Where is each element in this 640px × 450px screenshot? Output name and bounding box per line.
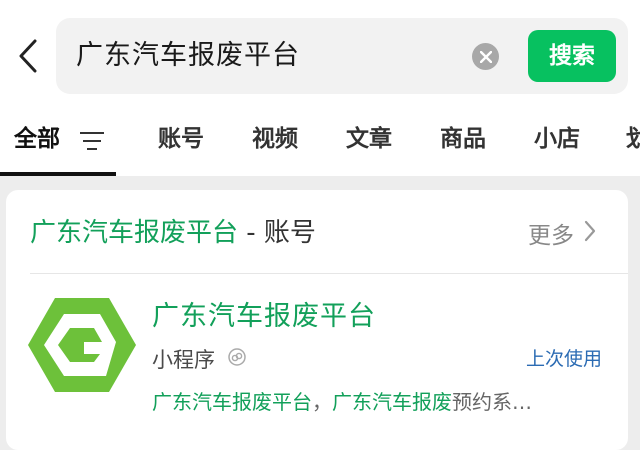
desc-keyword-2: 广东汽车报废 — [332, 390, 452, 414]
close-icon — [479, 50, 492, 63]
search-button[interactable]: 搜索 — [528, 30, 616, 82]
active-tab-indicator — [0, 172, 116, 176]
account-results-card: 广东汽车报废平台 - 账号 更多 广东汽车报废平台 小程序 上次使用 广东汽车报… — [6, 190, 628, 450]
section-title-suffix: - 账号 — [238, 218, 316, 248]
desc-keyword-1: 广东汽车报废平台 — [152, 390, 312, 414]
search-query-text[interactable]: 广东汽车报废平台 — [76, 18, 300, 94]
tab-all[interactable]: 全部 — [14, 110, 60, 172]
tab-accounts[interactable]: 账号 — [158, 110, 204, 172]
chevron-right-icon[interactable] — [584, 220, 596, 242]
chevron-left-icon — [19, 39, 37, 73]
tab-more-partial[interactable]: 划 — [626, 110, 640, 172]
recently-used-badge: 上次使用 — [526, 348, 603, 370]
more-link[interactable]: 更多 — [528, 216, 574, 250]
result-title[interactable]: 广东汽车报废平台 — [152, 294, 376, 333]
back-button[interactable] — [10, 36, 46, 76]
tab-shops[interactable]: 小店 — [534, 110, 580, 172]
clear-button[interactable] — [472, 43, 499, 70]
search-input[interactable]: 广东汽车报废平台 搜索 — [56, 18, 628, 94]
tab-videos[interactable]: 视频 — [252, 110, 298, 172]
desc-separator: ， — [312, 390, 332, 414]
tab-products[interactable]: 商品 — [440, 110, 486, 172]
search-header: 广东汽车报废平台 搜索 — [0, 0, 640, 110]
mini-program-logo[interactable] — [28, 298, 136, 392]
section-title-keyword: 广东汽车报废平台 — [30, 218, 239, 248]
result-tabs: 全部 账号 视频 文章 商品 小店 划 — [0, 110, 640, 176]
tab-articles[interactable]: 文章 — [346, 110, 392, 172]
filter-icon[interactable] — [80, 130, 104, 152]
link-icon — [228, 348, 246, 366]
result-description: 广东汽车报废平台，广东汽车报废预约系… — [152, 386, 602, 415]
section-title: 广东汽车报废平台 - 账号 — [30, 212, 316, 249]
result-type-label: 小程序 — [152, 348, 215, 372]
divider — [30, 273, 628, 274]
desc-rest: 预约系… — [452, 390, 532, 414]
